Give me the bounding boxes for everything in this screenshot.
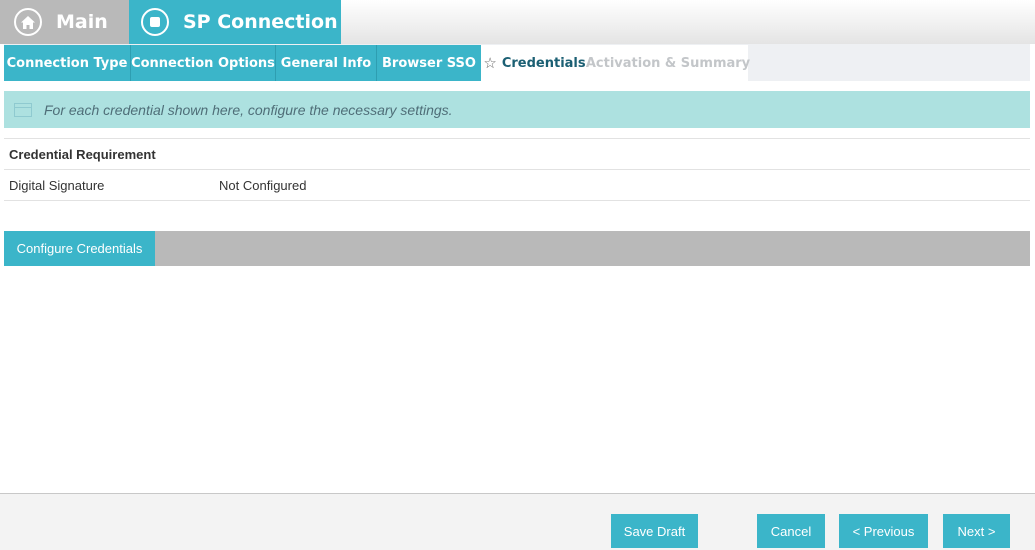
info-banner: For each credential shown here, configur… (4, 91, 1030, 128)
table-header: Credential Requirement (9, 147, 156, 162)
save-draft-button[interactable]: Save Draft (611, 514, 698, 548)
configure-credentials-button[interactable]: Configure Credentials (4, 231, 155, 266)
tab-general-info[interactable]: General Info (275, 45, 376, 81)
main-tab-label: Main (56, 11, 108, 33)
credential-name: Digital Signature (9, 178, 105, 193)
top-header: Main SP Connection (0, 0, 1035, 44)
tab-connection-options[interactable]: Connection Options (130, 45, 275, 81)
divider (4, 200, 1030, 201)
tab-label: Activation & Summary (585, 55, 751, 71)
tab-credentials[interactable]: ☆ Credentials (481, 45, 588, 81)
next-button[interactable]: Next > (943, 514, 1010, 548)
configure-bar (4, 231, 1030, 266)
credential-status: Not Configured (219, 178, 307, 193)
tab-label: Connection Type (6, 55, 128, 71)
star-icon: ☆ (483, 54, 497, 72)
tab-connection-type[interactable]: Connection Type (4, 45, 130, 81)
tab-browser-sso[interactable]: Browser SSO (376, 45, 481, 81)
home-icon (14, 8, 42, 36)
window-icon (14, 102, 32, 117)
tab-label: Connection Options (131, 55, 275, 71)
sp-connection-tab[interactable]: SP Connection (129, 0, 341, 44)
main-tab[interactable]: Main (0, 0, 129, 44)
divider (4, 138, 1030, 139)
sp-connection-label: SP Connection (183, 11, 338, 33)
divider (4, 169, 1030, 170)
tab-label: Credentials (501, 55, 586, 71)
cancel-button[interactable]: Cancel (757, 514, 825, 548)
tab-label: Browser SSO (382, 55, 476, 71)
banner-text: For each credential shown here, configur… (44, 101, 453, 118)
previous-button[interactable]: < Previous (839, 514, 928, 548)
tab-label: General Info (280, 55, 372, 71)
stop-circle-icon (141, 8, 169, 36)
tab-activation-summary: Activation & Summary (585, 45, 751, 81)
